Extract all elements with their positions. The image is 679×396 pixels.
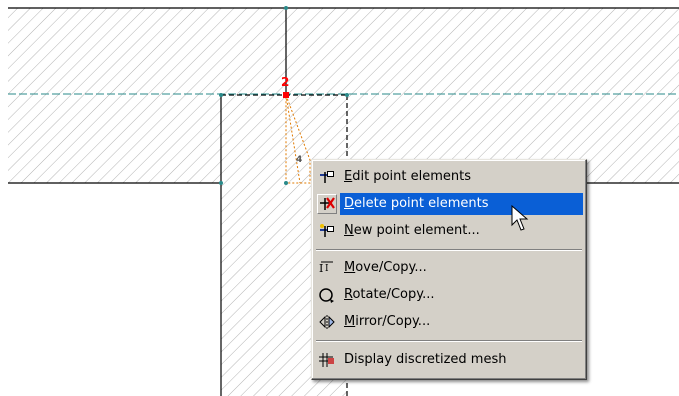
menu-item-rotate-copy[interactable]: Rotate/Copy... [315, 282, 583, 308]
node-marker[interactable] [345, 93, 349, 97]
point-label: 2 [281, 75, 289, 89]
menu-separator [316, 249, 582, 251]
mirror-copy-icon [317, 312, 337, 332]
menu-item-move-copy[interactable]: I I Move/Copy... [315, 255, 583, 281]
new-point-element-icon [317, 221, 337, 241]
node-marker[interactable] [219, 93, 223, 97]
rotate-copy-icon [317, 285, 337, 305]
menu-item-edit-point-elements[interactable]: Edit point elements [315, 164, 583, 190]
menu-item-delete-point-elements[interactable]: Delete point elements [315, 191, 583, 217]
menu-item-label: New point element... [344, 223, 480, 238]
delete-point-elements-icon [317, 194, 337, 214]
node-marker[interactable] [284, 181, 288, 185]
menu-item-label: Rotate/Copy... [344, 287, 435, 302]
edit-point-elements-icon [317, 167, 337, 187]
node-marker[interactable] [219, 181, 223, 185]
svg-text:I: I [319, 262, 323, 275]
menu-separator [316, 340, 582, 342]
menu-item-display-discretized-mesh[interactable]: Display discretized mesh [315, 347, 583, 373]
display-mesh-icon [317, 350, 337, 370]
selected-node-marker[interactable] [283, 92, 289, 98]
node-marker[interactable] [284, 6, 288, 10]
element-label: 4 [296, 155, 302, 165]
menu-item-label: Delete point elements [340, 193, 583, 215]
menu-item-label: Move/Copy... [344, 260, 427, 275]
menu-item-mirror-copy[interactable]: Mirror/Copy... [315, 309, 583, 335]
menu-item-label: Mirror/Copy... [344, 314, 431, 329]
context-menu: Edit point elements Delete point element… [311, 159, 587, 380]
menu-item-label: Display discretized mesh [344, 352, 507, 367]
move-copy-icon: I I [317, 258, 337, 278]
menu-item-label: Edit point elements [344, 169, 471, 184]
mouse-pointer-icon [511, 205, 529, 231]
svg-text:I: I [325, 264, 329, 274]
menu-item-new-point-element[interactable]: New point element... [315, 218, 583, 244]
